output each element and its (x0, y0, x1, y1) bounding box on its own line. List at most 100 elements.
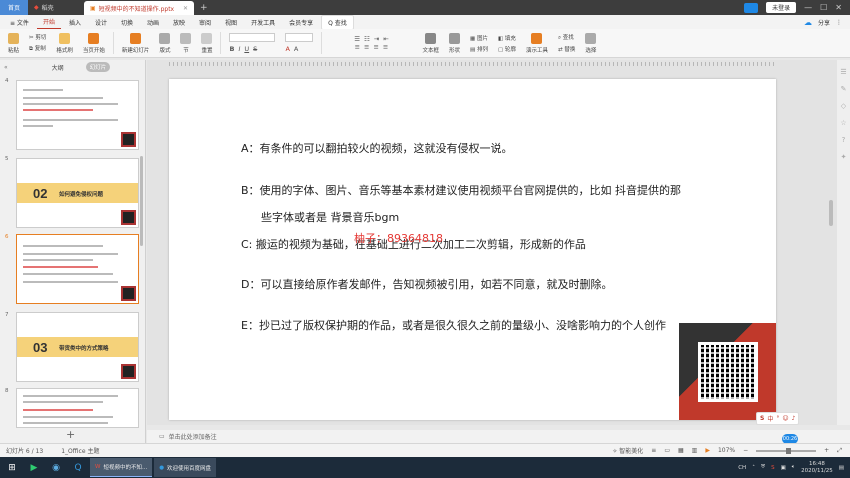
strikethrough-button[interactable]: S (253, 45, 257, 53)
layout-button[interactable]: 版式 (155, 30, 174, 57)
fill-button[interactable]: ◧ 填充 (498, 34, 516, 42)
login-button[interactable]: 未登录 (766, 2, 797, 13)
font-size-select[interactable] (285, 33, 314, 42)
add-slide-button[interactable]: + (66, 428, 75, 441)
slide-paragraph-b[interactable]: B：使用的字体、图片、音乐等基本素材建议使用视频平台官网提供的，比如 抖音提供的… (241, 182, 681, 198)
more-icon[interactable]: ⋮ (836, 19, 842, 26)
underline-button[interactable]: U (244, 45, 249, 53)
slide-thumbnail[interactable] (16, 388, 139, 428)
numbering-icon[interactable]: ☷ (364, 35, 370, 43)
zoom-out-icon[interactable]: − (743, 447, 748, 454)
tab-wps[interactable]: ◆ 稻壳 (28, 0, 84, 15)
network-icon[interactable]: ▣ (781, 465, 786, 471)
edit-icon[interactable]: ✎ (841, 85, 847, 93)
font-family-select[interactable] (229, 33, 276, 42)
menu-item[interactable]: 审阅 (193, 16, 217, 29)
qr-code-image[interactable] (679, 323, 776, 420)
replace-button[interactable]: ⇄ 替换 (558, 45, 575, 53)
outline-tab[interactable]: 大纲 (52, 63, 64, 72)
slide-thumbnail-selected[interactable] (16, 234, 139, 304)
media-player-icon[interactable]: ▶ (24, 459, 44, 476)
reading-view-icon[interactable]: ▥ (692, 447, 698, 454)
outdent-icon[interactable]: ⇤ (383, 35, 388, 43)
italic-button[interactable]: I (238, 45, 240, 53)
slide-sorter-icon[interactable]: ▦ (678, 447, 684, 454)
ime-toolbar[interactable]: S 中 ° ☺ ♪ (756, 412, 800, 425)
menu-item[interactable]: 插入 (63, 16, 87, 29)
slideshow-icon[interactable]: ▶ (705, 447, 710, 454)
outline-button[interactable]: ▢ 轮廓 (498, 45, 516, 53)
align-right-icon[interactable]: ≡ (373, 43, 378, 51)
new-tab-button[interactable]: + (194, 0, 214, 15)
new-slide-button[interactable]: 新建幻灯片 (118, 30, 154, 57)
zoom-level[interactable]: 107% (718, 447, 735, 454)
bullets-icon[interactable]: ☰ (354, 35, 360, 43)
indent-icon[interactable]: ⇥ (374, 35, 379, 43)
windows-start-icon[interactable]: ⊞ (2, 459, 22, 476)
arrange-button[interactable]: ▤ 排列 (470, 45, 488, 53)
slide-thumbnail[interactable]: 02 如何避免侵权问题 (16, 158, 139, 228)
editor-scrollbar[interactable] (829, 200, 833, 226)
reset-button[interactable]: 重置 (197, 30, 216, 57)
menu-item[interactable]: 切换 (115, 16, 139, 29)
menu-item[interactable]: 开始 (36, 15, 61, 29)
zoom-in-icon[interactable]: + (824, 447, 829, 454)
select-button[interactable]: 选择 (581, 30, 600, 57)
align-left-icon[interactable]: ≡ (355, 43, 360, 51)
section-button[interactable]: 节 (176, 30, 195, 57)
taskbar-app-baidu[interactable]: ● 欢迎使用百度网盘 (154, 458, 217, 477)
notes-toggle-icon[interactable]: ≡ (651, 447, 656, 454)
menu-item[interactable]: 视图 (219, 16, 243, 29)
close-window-icon[interactable]: ✕ (835, 3, 842, 12)
search-menu[interactable]: Q 查找 (321, 14, 354, 30)
justify-icon[interactable]: ≡ (383, 43, 388, 51)
panel-scrollbar[interactable] (140, 156, 143, 246)
star-icon[interactable]: ☆ (840, 119, 846, 127)
shield-icon[interactable]: ⛨ (761, 464, 765, 471)
sogou-tray-icon[interactable]: S (771, 465, 775, 471)
slide-paragraph-e[interactable]: E：抄已过了版权保护期的作品，或者是很久很久之前的量级小、没啥影响力的个人创作 (241, 317, 666, 333)
play-from-current-button[interactable]: 当页开始 (79, 30, 109, 57)
fit-window-icon[interactable]: ⤢ (837, 447, 842, 455)
browser-icon[interactable]: ◉ (46, 459, 66, 476)
menu-item[interactable]: 动画 (141, 16, 165, 29)
close-tab-icon[interactable]: ✕ (183, 5, 188, 12)
menu-item[interactable]: 开发工具 (245, 16, 281, 29)
zoom-slider[interactable] (756, 447, 817, 454)
menu-item[interactable]: 放映 (167, 16, 191, 29)
cloud-sync-icon[interactable]: ☁ (804, 18, 812, 27)
help-icon[interactable]: ? (842, 136, 846, 144)
volume-icon[interactable]: 🔈︎ (792, 464, 795, 471)
picture-button[interactable]: ▦ 图片 (470, 34, 488, 42)
language-indicator[interactable]: CH (738, 465, 746, 471)
menu-file[interactable]: ≡ 文件 (4, 16, 35, 29)
collapse-panel-icon[interactable]: « (4, 64, 8, 71)
slide-paragraph-a[interactable]: A：有条件的可以翻拍较火的视频，这就没有侵权一说。 (241, 140, 513, 156)
paste-button[interactable]: 粘贴 (4, 30, 23, 57)
tab-document[interactable]: ▣ 短视频中的不知道操作.pptx ✕ (84, 1, 194, 16)
selection-pane-icon[interactable]: ☰ (840, 68, 846, 76)
find-button[interactable]: ⌕ 查找 (558, 33, 574, 42)
slide-paragraph-b-cont[interactable]: 些字体或者是 背景音乐bgm (261, 209, 399, 225)
bold-button[interactable]: B (229, 45, 234, 53)
shape-button[interactable]: 形状 (445, 30, 464, 57)
menu-item[interactable]: 会员专享 (283, 16, 319, 29)
align-center-icon[interactable]: ≡ (364, 43, 369, 51)
slide-thumbnail[interactable]: 03 带货类中的方式策略 (16, 312, 139, 382)
share-button[interactable]: 分享 (818, 18, 830, 27)
highlight-icon[interactable]: A (294, 45, 298, 53)
search-icon[interactable]: Q (68, 459, 88, 476)
copy-button[interactable]: ⧉ 复制 (29, 44, 46, 53)
notification-icon[interactable]: ▤ (839, 465, 844, 471)
normal-view-icon[interactable]: ▭ (664, 447, 670, 454)
tab-home[interactable]: 首页 (0, 0, 28, 15)
minimize-icon[interactable]: — (804, 3, 812, 12)
slide-thumbnail[interactable] (16, 80, 139, 150)
cut-button[interactable]: ✂ 剪切 (29, 33, 46, 41)
smart-beautify-button[interactable]: ✧ 智能美化 (612, 446, 643, 455)
menu-item[interactable]: 设计 (89, 16, 113, 29)
taskbar-app-wps[interactable]: W 短视频中的不知... (90, 458, 153, 477)
font-color-icon[interactable]: A (285, 45, 289, 53)
presentation-tools-button[interactable]: 演示工具 (522, 30, 552, 57)
slides-tab[interactable]: 幻灯片 (85, 62, 111, 72)
